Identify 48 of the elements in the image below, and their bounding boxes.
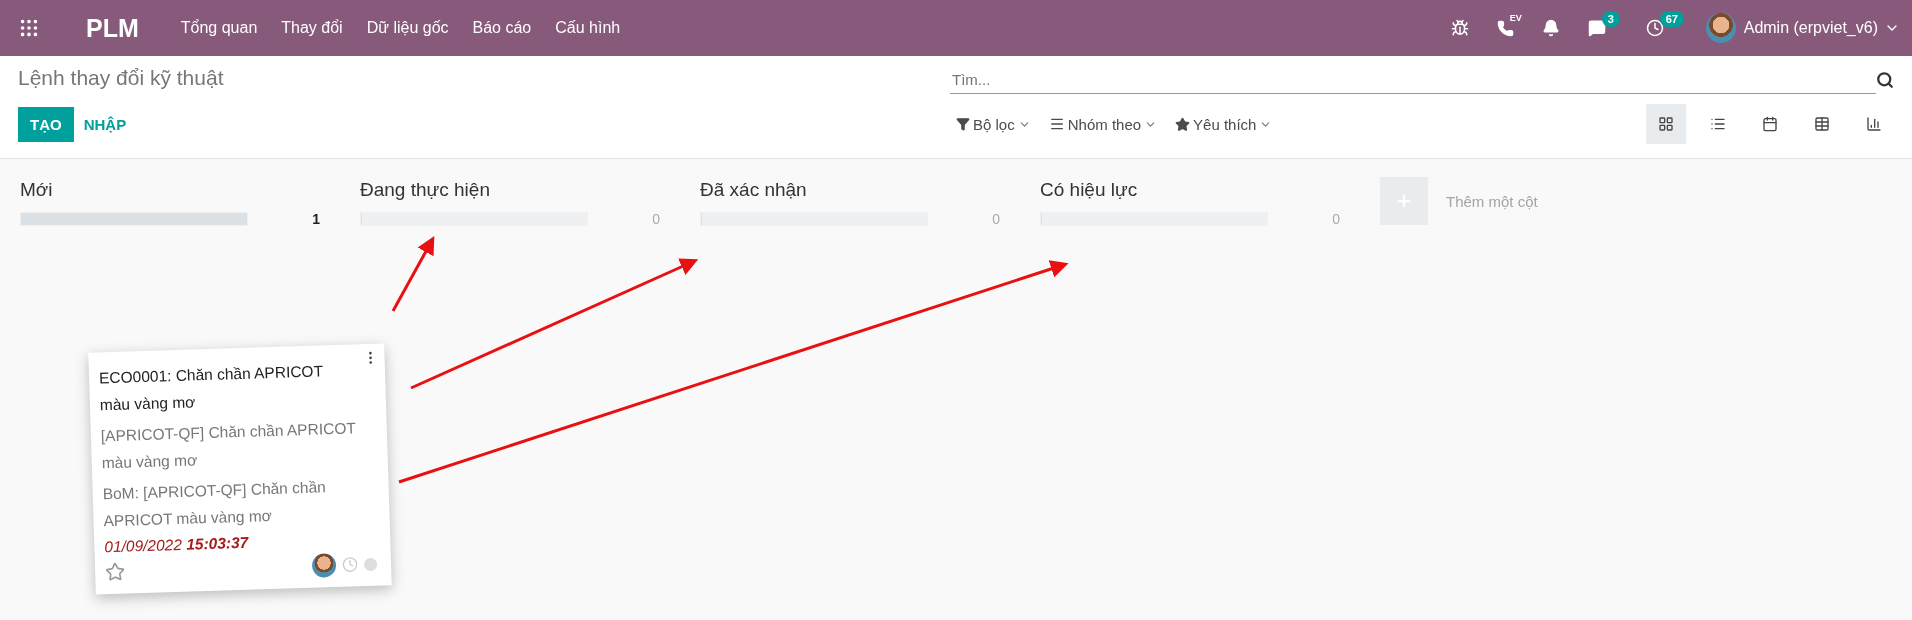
search-icon[interactable]	[1876, 71, 1894, 89]
filter-dropdown[interactable]: Yêu thích	[1169, 111, 1279, 137]
calendar-icon	[1762, 116, 1778, 132]
menu-item[interactable]: Báo cáo	[472, 19, 532, 37]
record-count: 0	[992, 211, 1000, 227]
user-name[interactable]: Admin (erpviet_v6)	[1743, 19, 1878, 37]
table-icon	[1814, 116, 1830, 132]
message-count: 3	[1601, 11, 1620, 27]
card-product: [APRICOT-QF] Chăn chần APRICOT màu vàng mơ	[100, 418, 357, 474]
avatar	[311, 553, 337, 578]
star-icon	[1175, 116, 1191, 132]
filter-dropdown[interactable]: Bộ lọc	[950, 111, 1037, 137]
create-button[interactable]: TẠO	[18, 106, 74, 142]
menu-item[interactable]: Dữ liệu gốc	[366, 19, 449, 37]
kanban-card[interactable]: ECO0001: Chăn chần APRICOT màu vàng mơ [APRICOT-QF] Chăn chần APRICOT màu vàng mơ BoM: [APRICOT-QF] Chăn chần APRICOT màu vàng mơ 01/09/2022 15:03:37	[88, 343, 392, 595]
record-count: 0	[1332, 211, 1340, 227]
app-name: PLM	[86, 13, 139, 43]
chat-icon[interactable]	[1587, 19, 1606, 37]
filter-icon	[956, 117, 970, 131]
column-title: Đang thực hiện	[360, 179, 491, 201]
card-title: ECO0001: Chăn chần APRICOT màu vàng mơ	[98, 361, 324, 416]
menu-item[interactable]: Thay đổi	[281, 19, 343, 37]
menu-item[interactable]: Cấu hình	[555, 19, 621, 37]
apps-menu-icon[interactable]	[18, 17, 40, 39]
star-icon[interactable]	[104, 561, 126, 583]
status-dot[interactable]	[363, 557, 378, 571]
grid-icon	[1658, 116, 1674, 132]
import-button[interactable]: NHẬP	[77, 106, 133, 142]
phone-label: EV	[1509, 12, 1522, 23]
menu-icon	[1048, 116, 1065, 132]
list-icon	[1710, 116, 1726, 132]
column-title: Mới	[20, 179, 54, 201]
kanban-view-button[interactable]	[1646, 104, 1686, 144]
card-deadline: 01/09/2022 15:03:37	[104, 532, 250, 557]
phone-icon[interactable]	[1496, 19, 1514, 37]
activity-count: 67	[1659, 11, 1684, 27]
bar-chart-icon	[1866, 116, 1882, 132]
search-field[interactable]: Tìm...	[950, 66, 1876, 94]
column-title: Có hiệu lực	[1040, 179, 1139, 201]
record-count: 0	[652, 211, 660, 227]
avatar[interactable]	[1705, 13, 1736, 43]
record-count: 1	[312, 211, 320, 227]
filter-dropdown[interactable]: Nhóm theo	[1042, 111, 1164, 137]
bell-icon[interactable]	[1541, 19, 1560, 37]
bug-icon[interactable]	[1450, 19, 1469, 37]
column-title: Đã xác nhận	[700, 179, 808, 201]
card-bom: BoM: [APRICOT-QF] Chăn chần APRICOT màu vàng mơ	[102, 477, 327, 532]
menu-item[interactable]: Tổng quan	[180, 19, 258, 37]
